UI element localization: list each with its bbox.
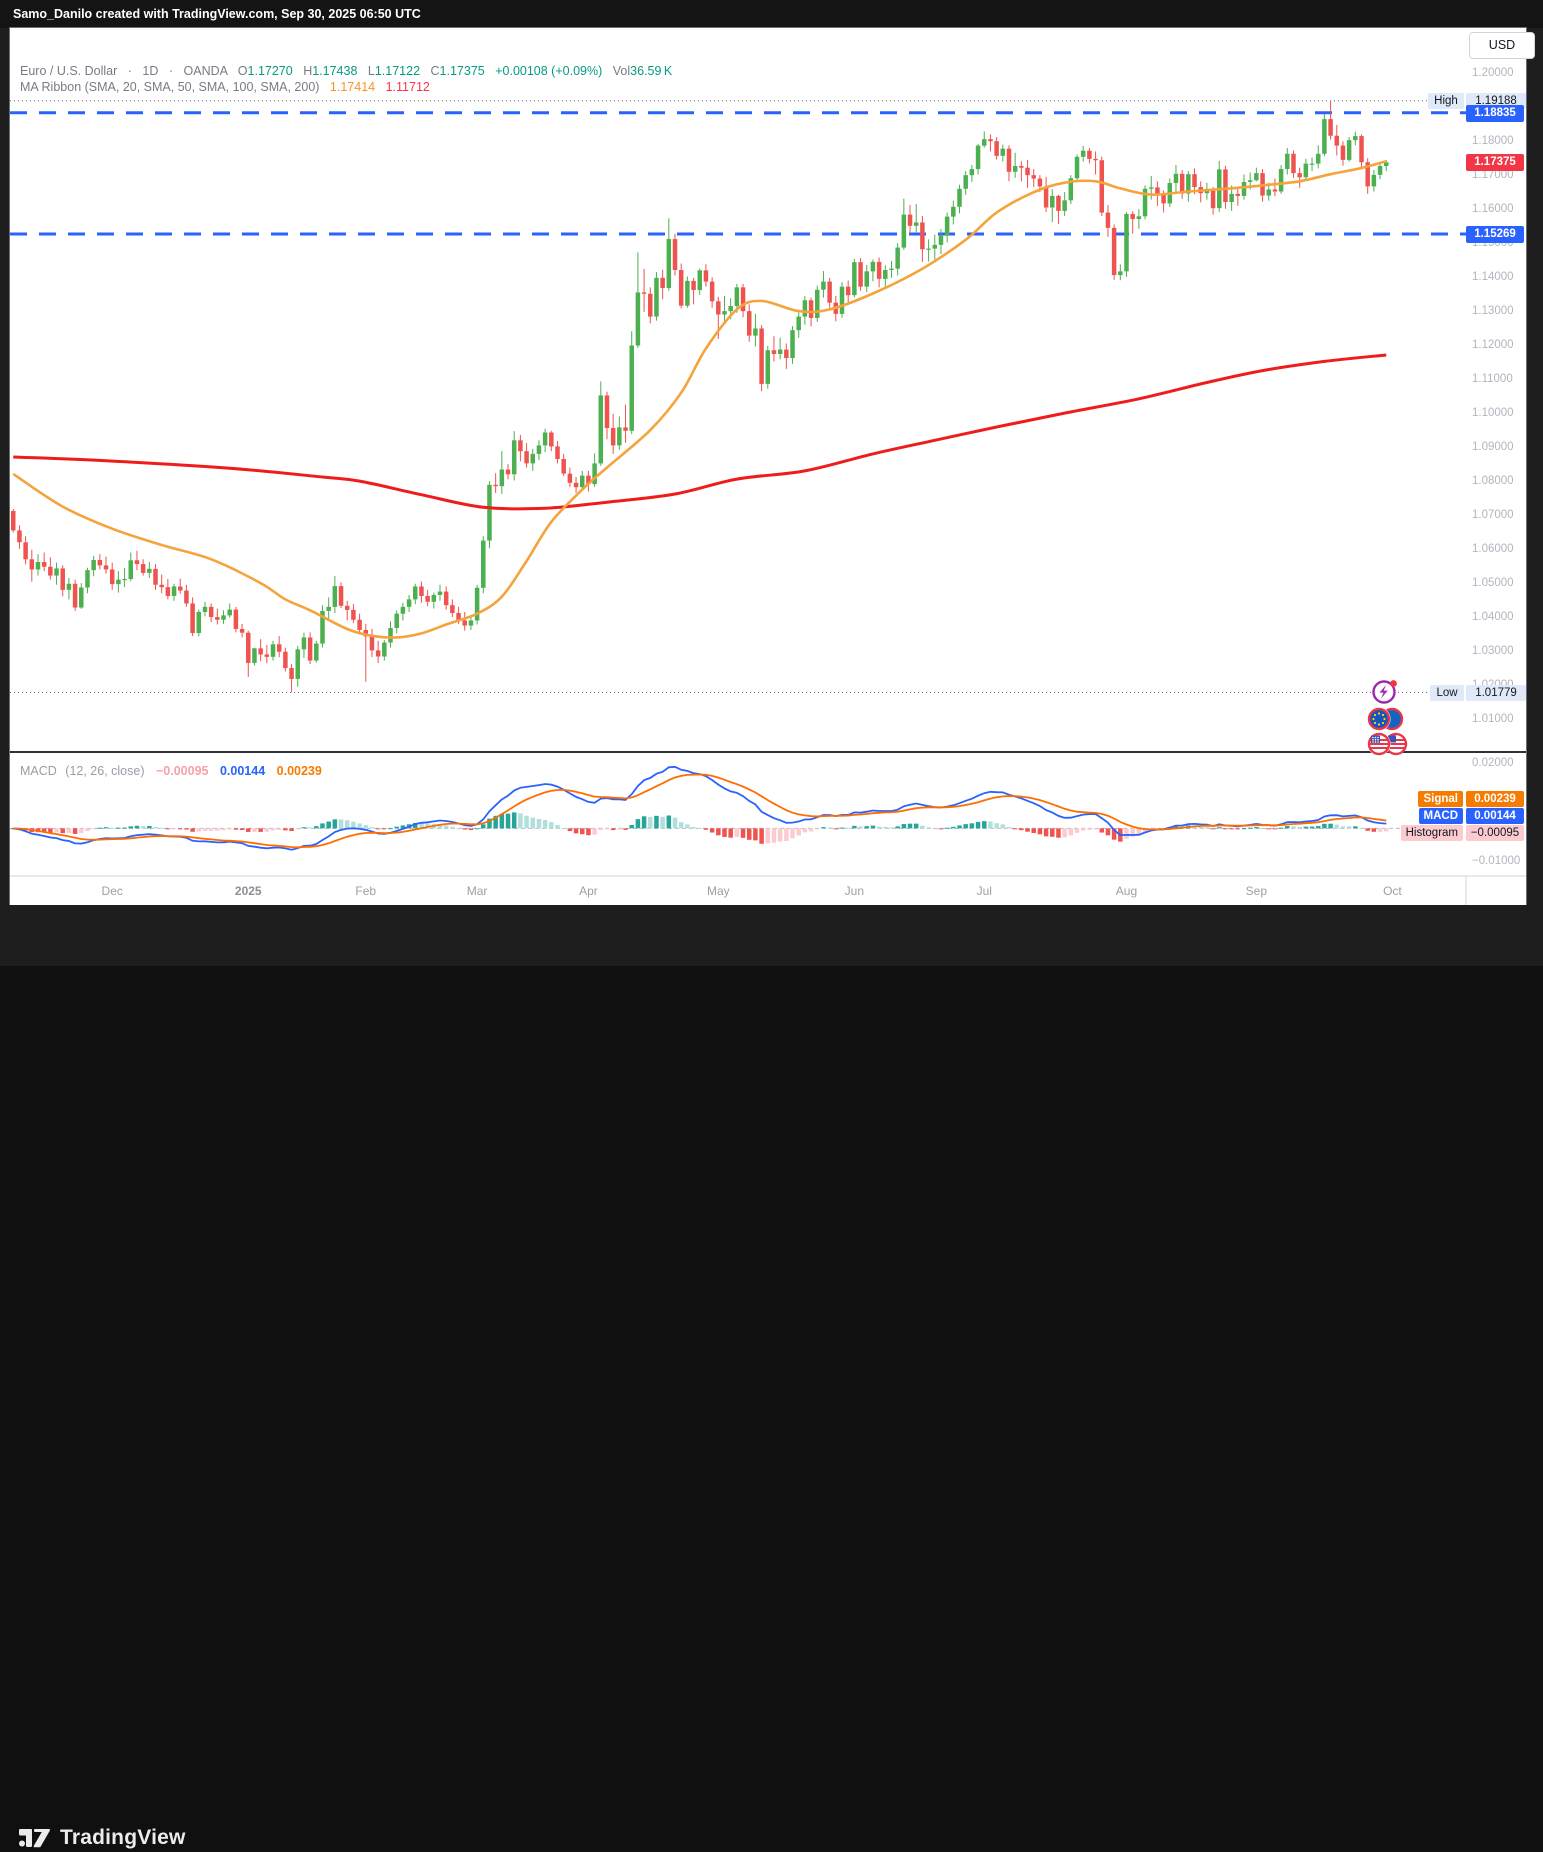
price-tick: 1.03000 xyxy=(1472,644,1534,658)
flash-economic-event-icon[interactable] xyxy=(1374,680,1397,702)
close-value: 1.17375 xyxy=(440,64,485,78)
price-tick: 1.20000 xyxy=(1472,66,1534,80)
macd-signal-value: 0.00239 xyxy=(277,764,322,778)
low-marker-value: 1.01779 xyxy=(1466,685,1526,701)
signal-tag: Signal xyxy=(1418,791,1463,807)
volume-value: 36.59 K xyxy=(630,64,672,78)
tradingview-logo[interactable]: TradingView xyxy=(18,1824,186,1852)
price-tick: 1.18000 xyxy=(1472,134,1534,148)
price-tick: 1.06000 xyxy=(1472,542,1534,556)
high-value: 1.17438 xyxy=(312,64,357,78)
macd-tag: MACD xyxy=(1419,808,1464,824)
price-tick: 1.12000 xyxy=(1472,338,1534,352)
right-margin xyxy=(1526,28,1543,905)
histogram-axis-value: −0.00095 xyxy=(1466,825,1524,841)
price-tick: 1.16000 xyxy=(1472,202,1534,216)
timeframe: 1D xyxy=(142,64,158,78)
month-label: Dec xyxy=(87,884,137,898)
ma-fast-value: 1.17414 xyxy=(330,80,375,94)
indicator-header-row: MA Ribbon (SMA, 20, SMA, 50, SMA, 100, S… xyxy=(20,80,430,94)
macd-signal-line xyxy=(13,775,1386,848)
price-tick: 1.04000 xyxy=(1472,610,1534,624)
exchange: OANDA xyxy=(184,64,228,78)
month-label: Jul xyxy=(959,884,1009,898)
price-tick: 1.10000 xyxy=(1472,406,1534,420)
month-label: Aug xyxy=(1101,884,1151,898)
footer-bar: TradingView xyxy=(0,905,1543,966)
macd-hist-value: −0.00095 xyxy=(156,764,208,778)
open-value: 1.17270 xyxy=(248,64,293,78)
price-tick: 1.13000 xyxy=(1472,304,1534,318)
eu-flag-events-icon[interactable] xyxy=(1367,707,1402,730)
chart-stage: Euro / U.S. Dollar · 1D · OANDA O1.17270… xyxy=(10,28,1526,905)
level-price-label-2[interactable]: 1.15269 xyxy=(1466,226,1524,243)
symbol-header-row: Euro / U.S. Dollar · 1D · OANDA O1.17270… xyxy=(20,64,672,78)
price-tick: 1.01000 xyxy=(1472,712,1534,726)
price-tick: 1.07000 xyxy=(1472,508,1534,522)
price-tick: 1.11000 xyxy=(1472,372,1534,386)
month-label: Oct xyxy=(1367,884,1417,898)
month-label: Feb xyxy=(341,884,391,898)
us-flag-events-icon[interactable] xyxy=(1367,732,1406,755)
month-label: Mar xyxy=(452,884,502,898)
price-tick: 1.14000 xyxy=(1472,270,1534,284)
price-tick: 1.09000 xyxy=(1472,440,1534,454)
macd-tick: 0.02000 xyxy=(1472,756,1534,770)
change-value: +0.00108 (+0.09%) xyxy=(495,64,602,78)
price-tick: 1.05000 xyxy=(1472,576,1534,590)
macd-params: (12, 26, close) xyxy=(65,764,144,778)
month-label: 2025 xyxy=(223,884,273,898)
low-marker-tag: Low xyxy=(1430,685,1464,701)
ma-slow-value: 1.11712 xyxy=(386,80,430,94)
left-margin xyxy=(0,28,10,905)
sma-200-line xyxy=(13,355,1386,509)
macd-tick: −0.01000 xyxy=(1472,854,1534,868)
high-marker-tag: High xyxy=(1428,93,1464,109)
symbol-title: Euro / U.S. Dollar xyxy=(20,64,117,78)
low-value: 1.17122 xyxy=(375,64,420,78)
economic-events-group xyxy=(1355,673,1417,765)
currency-button[interactable]: USD xyxy=(1469,32,1535,59)
month-label: Sep xyxy=(1231,884,1281,898)
macd-axis-value: 0.00144 xyxy=(1466,808,1524,824)
macd-header-row: MACD (12, 26, close) −0.00095 0.00144 0.… xyxy=(20,764,322,778)
month-label: Apr xyxy=(563,884,613,898)
macd-title: MACD xyxy=(20,764,57,778)
level-price-label-1[interactable]: 1.18835 xyxy=(1466,105,1524,122)
macd-line-value: 0.00144 xyxy=(220,764,265,778)
month-label: Jun xyxy=(829,884,879,898)
month-label: May xyxy=(693,884,743,898)
histogram-tag: Histogram xyxy=(1401,825,1463,841)
macd-line xyxy=(13,767,1386,850)
tradingview-logo-icon xyxy=(18,1824,52,1852)
last-price-label: 1.17375 xyxy=(1466,154,1524,171)
indicator-name: MA Ribbon (SMA, 20, SMA, 50, SMA, 100, S… xyxy=(20,80,319,94)
attribution-text: Samo_Danilo created with TradingView.com… xyxy=(13,7,421,21)
tradingview-logo-text: TradingView xyxy=(60,1826,186,1850)
signal-axis-value: 0.00239 xyxy=(1466,791,1524,807)
price-tick: 1.08000 xyxy=(1472,474,1534,488)
attribution-bar: Samo_Danilo created with TradingView.com… xyxy=(0,0,1543,28)
